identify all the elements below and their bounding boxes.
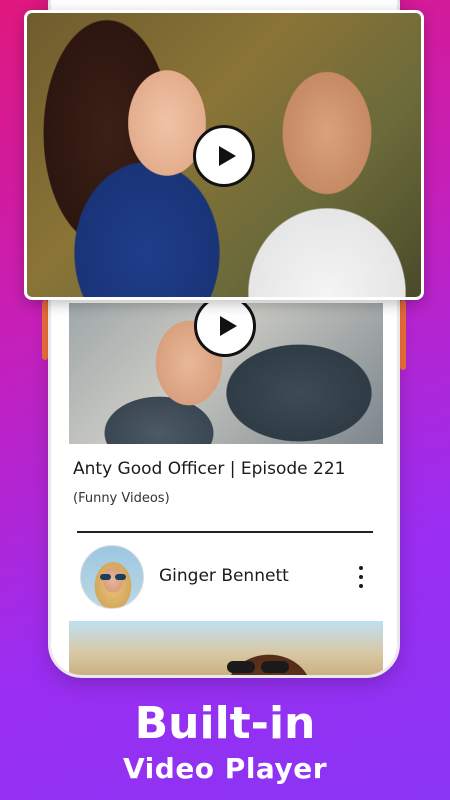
divider — [77, 531, 373, 533]
sunglasses-image-detail — [227, 661, 291, 673]
phone-edge-accent-right — [400, 300, 406, 370]
play-button[interactable] — [193, 125, 255, 187]
video-thumbnail[interactable] — [69, 303, 383, 444]
play-icon — [219, 316, 237, 336]
avatar-sunglasses — [100, 574, 126, 580]
promo-subline: Video Player — [123, 752, 327, 785]
next-video-thumbnail[interactable] — [69, 621, 383, 675]
video-player[interactable] — [24, 10, 424, 300]
video-category: (Funny Videos) — [73, 491, 170, 506]
promo-headline: Built-in — [134, 698, 316, 749]
play-button[interactable] — [194, 303, 256, 357]
play-icon — [218, 146, 236, 166]
video-title[interactable]: Anty Good Officer | Episode 221 — [73, 459, 345, 479]
author-name[interactable]: Ginger Bennett — [159, 566, 289, 586]
avatar[interactable] — [80, 545, 144, 609]
more-vertical-icon[interactable] — [351, 562, 371, 592]
